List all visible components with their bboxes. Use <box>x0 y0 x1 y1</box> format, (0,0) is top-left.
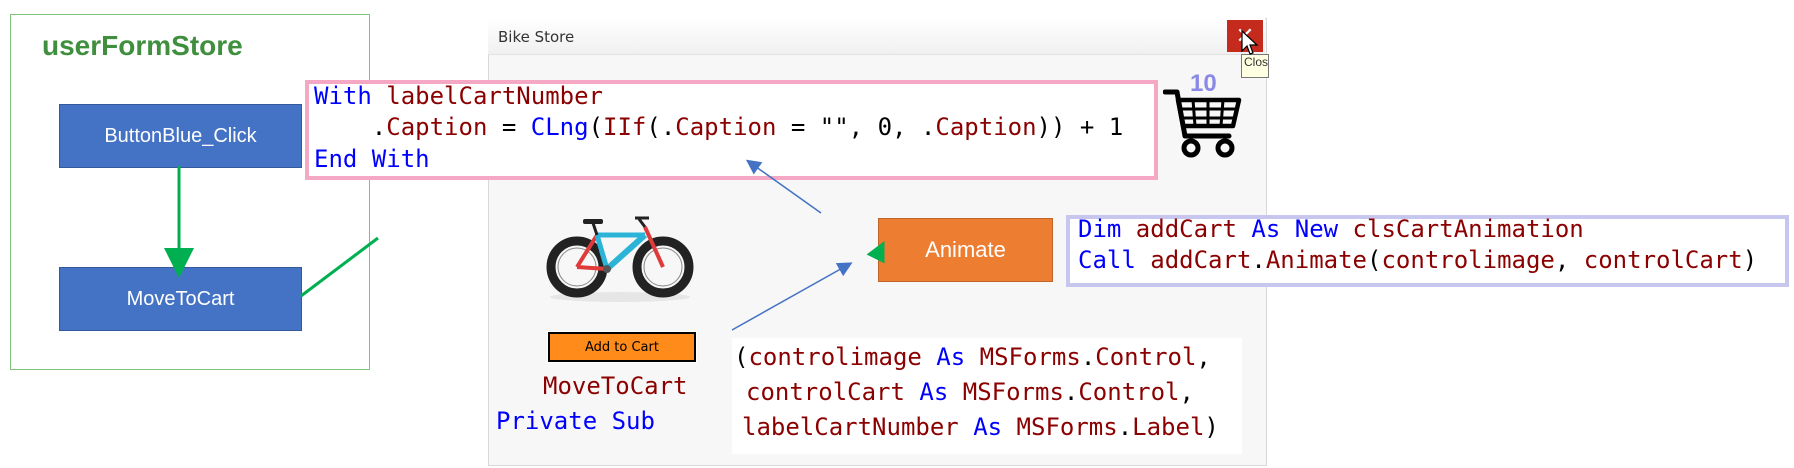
code-line: Call addCart.Animate(controlimage, contr… <box>1078 246 1757 274</box>
code-line: Dim addCart As New clsCartAnimation <box>1078 215 1584 243</box>
code-line: End With <box>314 145 430 173</box>
code-token: ) <box>1204 413 1219 441</box>
code-token: IIf <box>603 113 647 141</box>
code-token: Caption <box>675 113 777 141</box>
code-token: As New <box>1251 215 1353 243</box>
code-token: Animate <box>1265 246 1368 274</box>
code-token: , <box>1554 246 1584 274</box>
code-token: labelCartNumber <box>386 82 603 110</box>
code-token: addCart <box>1135 215 1252 243</box>
code-token: Caption <box>386 113 488 141</box>
code-token: Control <box>1078 378 1180 406</box>
code-token: Private Sub <box>496 407 655 435</box>
code-token: . <box>1063 378 1079 406</box>
code-token: controlCart <box>1583 246 1743 274</box>
code-token: Caption <box>935 113 1037 141</box>
code-token: . <box>1251 246 1266 274</box>
move-to-cart-box: MoveToCart <box>59 267 302 331</box>
code-token: Label <box>1132 413 1205 441</box>
code-token: controlimage <box>1381 246 1555 274</box>
code-token: End With <box>314 145 430 173</box>
code-token: labelCartNumber <box>742 413 974 441</box>
code-token: Call <box>1078 246 1151 274</box>
userform-title: userFormStore <box>42 30 243 61</box>
animate-box: Animate <box>878 218 1053 282</box>
code-token: ( <box>1367 246 1382 274</box>
code-token: , <box>1196 343 1211 371</box>
code-token: With <box>314 82 387 110</box>
shopping-cart-icon <box>1163 89 1242 158</box>
code-token: )) + 1 <box>1036 113 1124 141</box>
code-token: CLng <box>530 113 589 141</box>
private-sub-label: Private Sub <box>496 407 655 435</box>
code-token: MSForms <box>962 378 1064 406</box>
code-token: = <box>487 113 531 141</box>
code-token: . <box>1117 413 1133 441</box>
bike-image <box>546 216 694 302</box>
code-token: controlCart <box>746 378 920 406</box>
code-token: As <box>973 413 1017 441</box>
code-line: .Caption = CLng(IIf(.Caption = "", 0, .C… <box>314 113 1123 141</box>
window-title: Bike Store <box>498 28 575 46</box>
code-line: (controlimage As MSForms.Control, <box>734 343 1211 371</box>
close-tooltip: Close <box>1241 54 1269 78</box>
code-token: , <box>1179 378 1194 406</box>
code-token: Control <box>1095 343 1197 371</box>
button-blue-click-box: ButtonBlue_Click <box>59 104 302 168</box>
code-token: Dim <box>1078 215 1136 243</box>
code-token: ( <box>588 113 604 141</box>
code-token: controlimage <box>748 343 937 371</box>
code-token: = "", 0, . <box>776 113 936 141</box>
code-token: MSForms <box>1016 413 1118 441</box>
code-line: With labelCartNumber <box>314 82 603 110</box>
code-token: (. <box>646 113 676 141</box>
code-token: . <box>1080 343 1096 371</box>
code-token: . <box>314 113 387 141</box>
window-titlebar <box>488 18 1265 55</box>
move-to-cart-label: MoveToCart <box>543 372 688 400</box>
code-token: ) <box>1742 246 1758 274</box>
code-token: MSForms <box>979 343 1081 371</box>
code-token: ( <box>734 343 749 371</box>
code-line: controlCart As MSForms.Control, <box>746 378 1194 406</box>
code-token: As <box>919 378 963 406</box>
code-token: clsCartAnimation <box>1352 215 1584 243</box>
code-token: As <box>936 343 980 371</box>
mouse-cursor-icon <box>1241 30 1259 55</box>
code-token: addCart <box>1150 246 1252 274</box>
code-line: labelCartNumber As MSForms.Label) <box>742 413 1219 441</box>
add-to-cart-button[interactable]: Add to Cart <box>547 331 697 363</box>
